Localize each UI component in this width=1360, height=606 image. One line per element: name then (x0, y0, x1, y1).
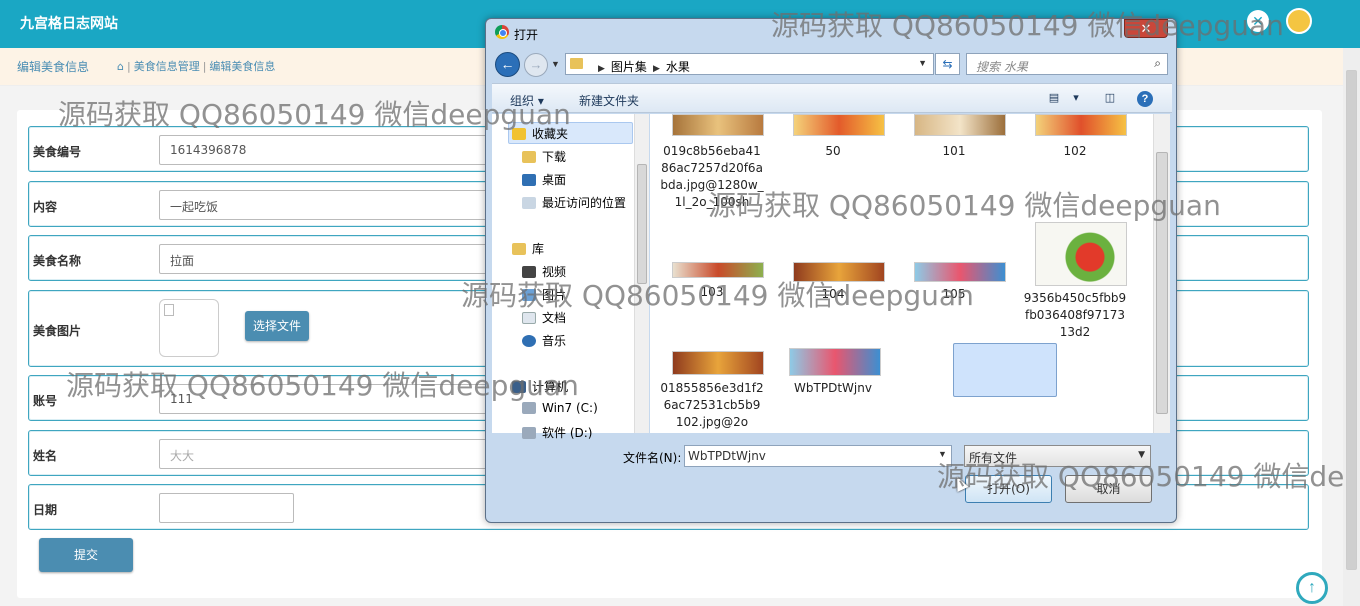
path-segment[interactable]: 图片集 (611, 60, 647, 74)
field-label: 美食编号 (33, 145, 82, 159)
star-icon (512, 128, 526, 140)
image-preview (159, 299, 219, 357)
filename-input[interactable]: WbTPDtWjnv (684, 445, 952, 467)
avatar[interactable] (1286, 8, 1312, 34)
image-thumbnail (672, 351, 764, 375)
new-folder-button[interactable]: 新建文件夹 (579, 92, 639, 109)
filename-label: 文件名(N): (623, 451, 682, 465)
recent-pages-dropdown-icon[interactable]: ▼ (551, 59, 560, 69)
search-icon[interactable]: ⌕ (1154, 56, 1161, 71)
close-icon[interactable]: ✕ (1247, 10, 1269, 32)
page-scrollbar[interactable] (1343, 48, 1360, 606)
cancel-button[interactable]: 取消 (1065, 475, 1152, 503)
document-icon (522, 312, 536, 324)
broken-image-icon (164, 304, 174, 316)
back-to-top-icon[interactable]: ↑ (1296, 572, 1328, 604)
nav-item-computer[interactable]: 计算机 (512, 378, 568, 395)
nav-item-pictures[interactable]: 图片 (522, 286, 566, 303)
navigation-pane: 收藏夹 下载 桌面 最近访问的位置 库 视频 图片 文档 音乐 计算机 Win7… (492, 114, 649, 440)
chevron-down-icon[interactable]: ▾ (1069, 91, 1083, 105)
nav-scrollbar[interactable] (634, 114, 649, 433)
choose-file-button[interactable]: 选择文件 (245, 311, 309, 341)
nav-item-desktop[interactable]: 桌面 (522, 171, 566, 188)
nav-item-documents[interactable]: 文档 (522, 309, 566, 326)
chevron-down-icon: ▼ (1138, 450, 1145, 460)
view-options-icon[interactable]: ▤ (1047, 91, 1061, 105)
dialog-title: 打开 (514, 28, 539, 42)
image-thumbnail (914, 262, 1006, 282)
field-label: 美食图片 (33, 324, 82, 338)
preview-pane-icon[interactable]: ◫ (1103, 91, 1117, 105)
folder-icon (570, 58, 583, 69)
breadcrumb-item-food-manage[interactable]: 美食信息管理 (134, 60, 200, 73)
filetype-select[interactable]: 所有文件 ▼ (964, 445, 1151, 467)
search-placeholder: 搜索 水果 (976, 60, 1028, 74)
search-input[interactable]: 搜索 水果 ⌕ (966, 53, 1168, 75)
image-thumbnail (793, 114, 885, 136)
organize-menu[interactable]: 组织 ▾ (510, 92, 544, 109)
site-brand[interactable]: 九宫格日志网站 (20, 13, 118, 33)
nav-item-libraries[interactable]: 库 (512, 240, 544, 257)
chevron-down-icon[interactable]: ▼ (938, 449, 947, 459)
address-bar[interactable]: ▶ 图片集 ▶ 水果 ▼ (565, 53, 934, 75)
selection-highlight (953, 343, 1057, 397)
image-thumbnail (1035, 114, 1127, 136)
drive-icon (522, 402, 536, 414)
nav-item-drive-c[interactable]: Win7 (C:) (522, 401, 598, 415)
dialog-close-button[interactable]: ✕ (1124, 19, 1168, 38)
downloads-folder-icon (522, 151, 536, 163)
video-icon (522, 266, 536, 278)
image-thumbnail (789, 348, 881, 376)
desktop-icon (522, 174, 536, 186)
nav-item-recent[interactable]: 最近访问的位置 (522, 194, 626, 211)
image-thumbnail (793, 262, 885, 282)
image-thumbnail (672, 114, 764, 136)
computer-icon (512, 381, 526, 393)
image-thumbnail (1035, 222, 1127, 286)
nav-item-music[interactable]: 音乐 (522, 332, 566, 349)
pictures-icon (522, 289, 536, 301)
image-thumbnail (914, 114, 1006, 136)
field-label: 姓名 (33, 449, 58, 463)
nav-item-favorites[interactable]: 收藏夹 (512, 125, 568, 142)
library-icon (512, 243, 526, 255)
submit-button[interactable]: 提交 (39, 538, 133, 572)
field-label: 账号 (33, 394, 58, 408)
page-title: 编辑美食信息 (17, 60, 90, 74)
breadcrumb-item-edit-food: 编辑美食信息 (209, 60, 276, 73)
nav-item-videos[interactable]: 视频 (522, 263, 566, 280)
field-label: 内容 (33, 200, 58, 214)
file-open-dialog: 打开 ✕ ← → ▼ ▶ 图片集 ▶ 水果 ▼ ⇆ 搜索 水果 ⌕ 组织 ▾ 新建文件… (485, 18, 1177, 523)
date-input[interactable] (159, 493, 294, 523)
command-bar: 组织 ▾ 新建文件夹 ▤ ▾ ◫ ? (492, 83, 1172, 113)
open-button[interactable]: 打开(O) (965, 475, 1052, 503)
chrome-icon (495, 25, 509, 39)
back-arrow-icon[interactable]: ← (495, 52, 520, 77)
image-thumbnail (672, 262, 764, 278)
drive-icon (522, 427, 536, 439)
path-segment[interactable]: 水果 (666, 60, 690, 74)
help-icon[interactable]: ? (1137, 91, 1153, 107)
home-icon[interactable]: ⌂ (117, 60, 124, 73)
field-label: 美食名称 (33, 254, 82, 268)
nav-item-downloads[interactable]: 下载 (522, 148, 566, 165)
nav-item-drive-d[interactable]: 软件 (D:) (522, 424, 592, 441)
breadcrumb: ⌂ | 美食信息管理 | 编辑美食信息 (117, 60, 276, 73)
recent-places-icon (522, 197, 536, 209)
forward-arrow-icon[interactable]: → (524, 53, 548, 77)
file-list-scrollbar[interactable] (1153, 114, 1170, 433)
chevron-down-icon[interactable]: ▼ (918, 58, 927, 68)
field-label: 日期 (33, 503, 58, 517)
file-list: 019c8b56eba4186ac7257d20f6abda.jpg@1280w… (650, 114, 1153, 433)
refresh-icon[interactable]: ⇆ (935, 53, 960, 75)
music-icon (522, 335, 536, 347)
